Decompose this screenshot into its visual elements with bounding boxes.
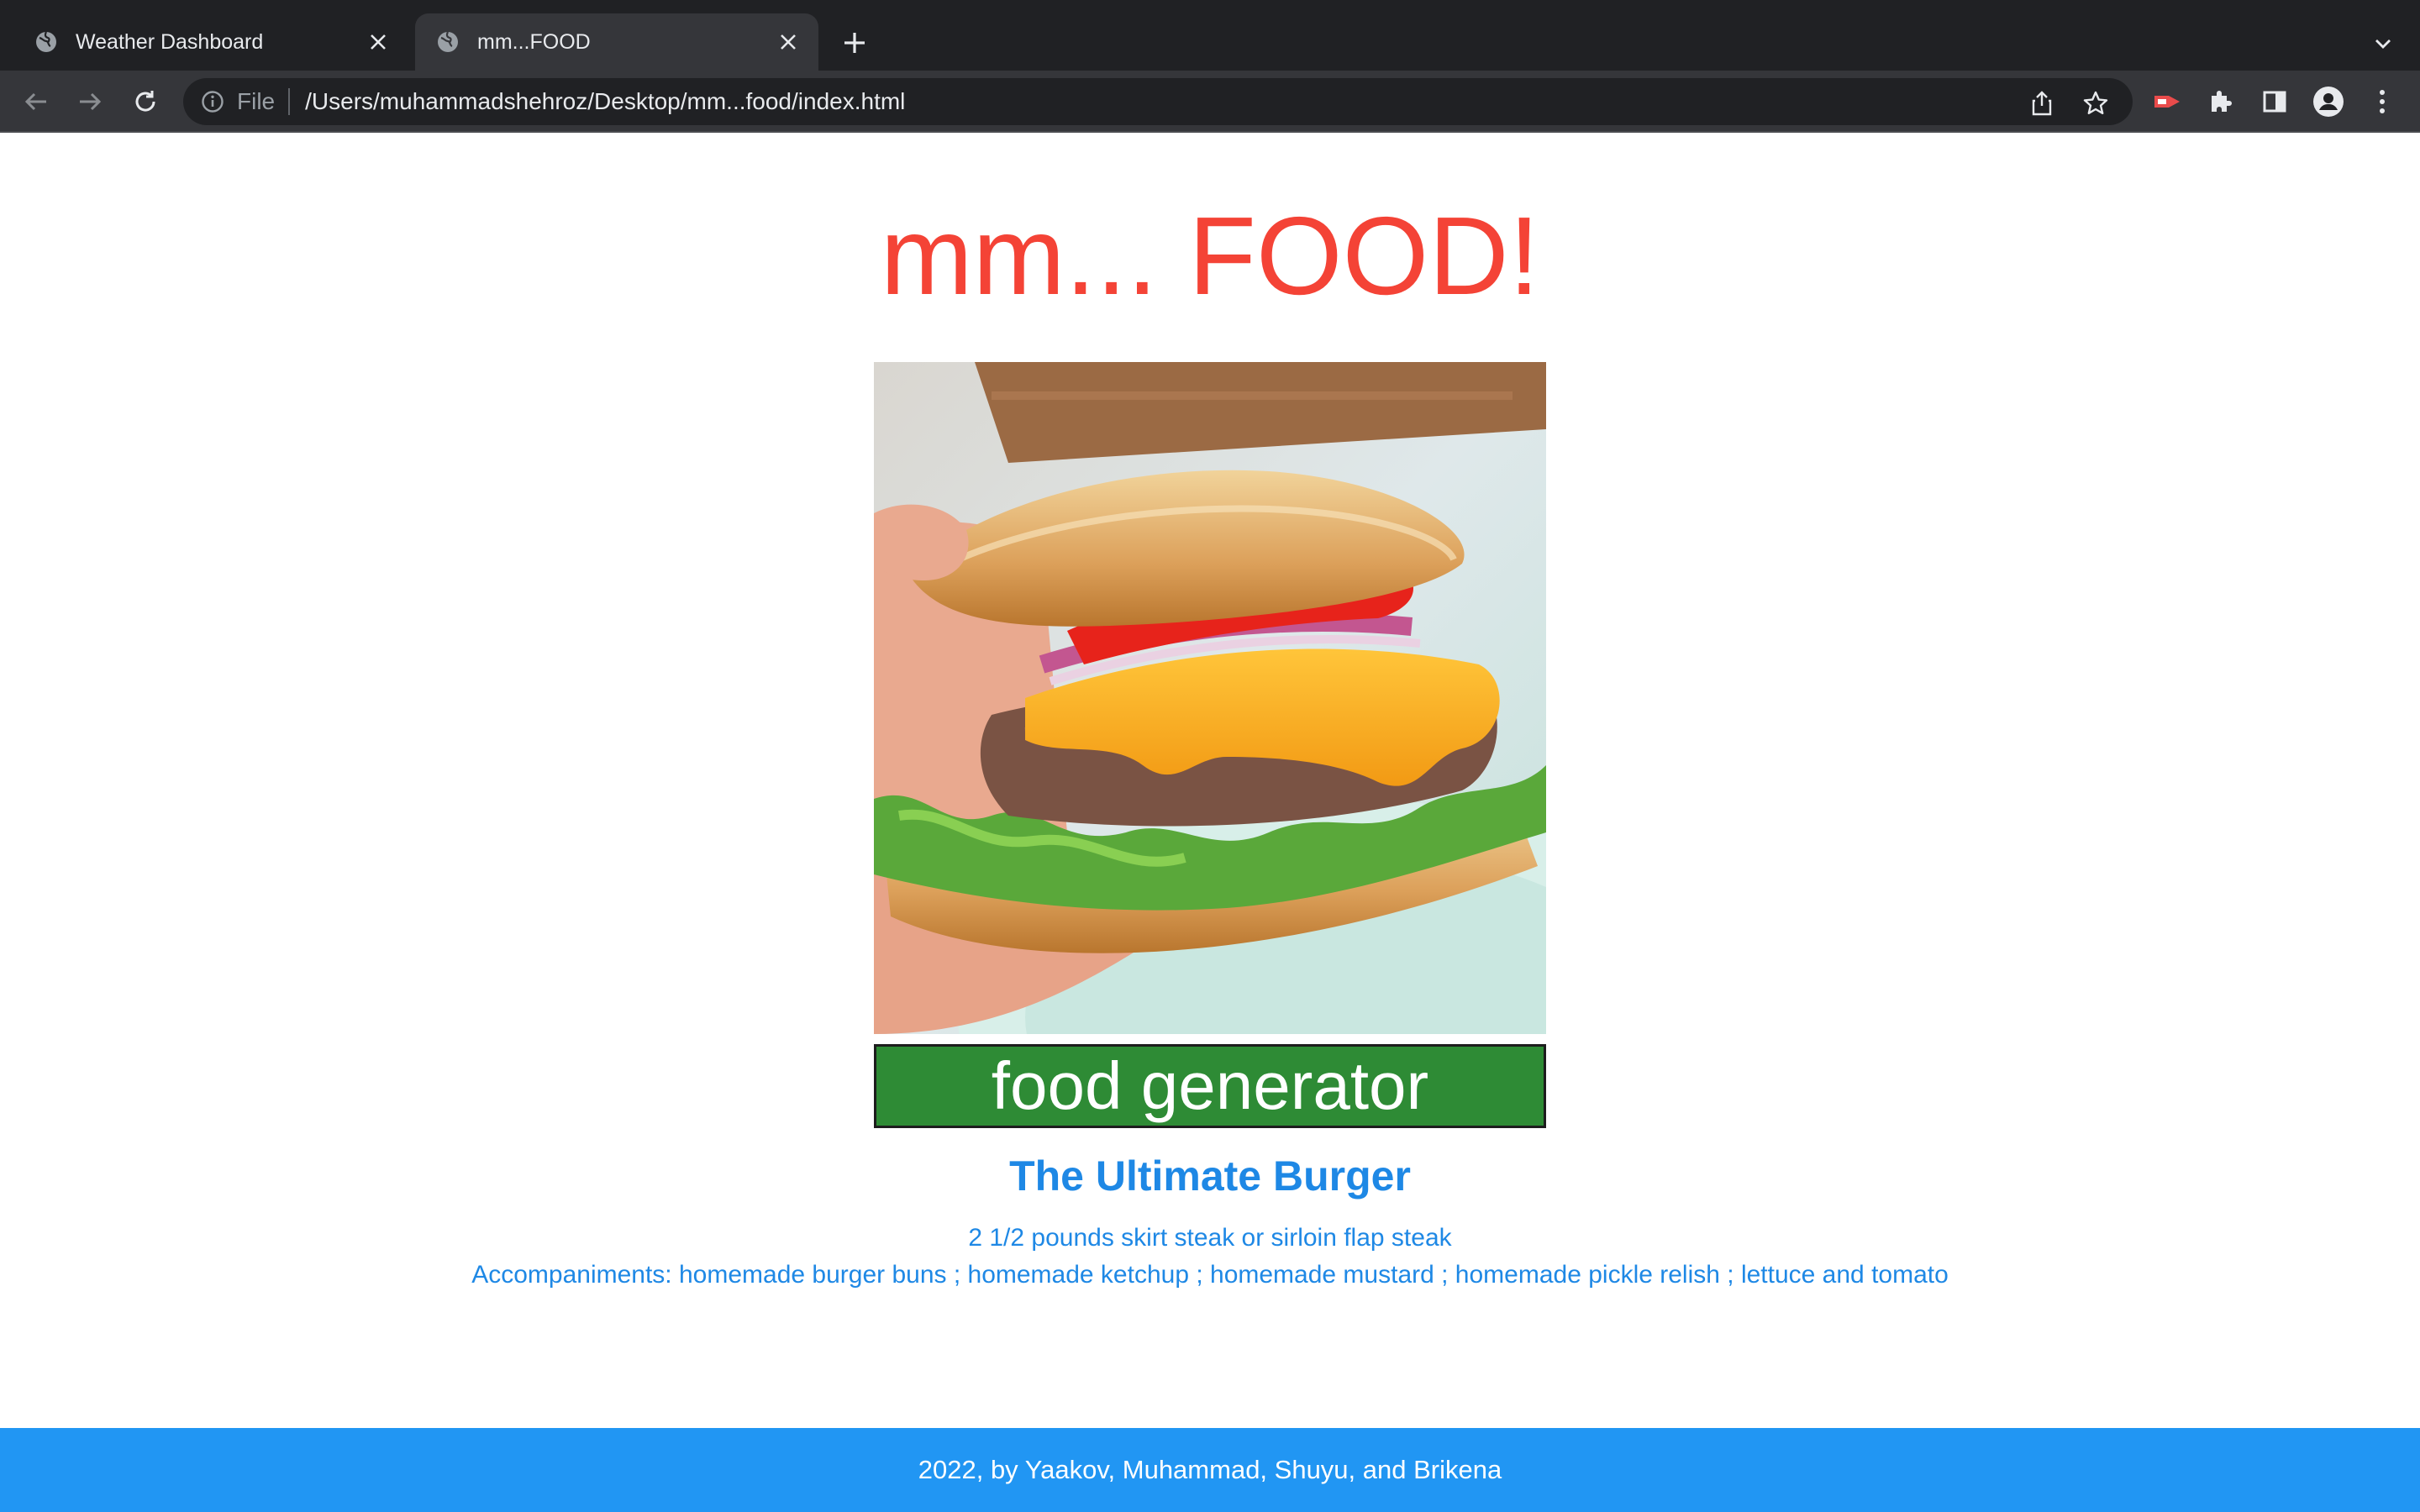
chevron-down-icon[interactable] bbox=[2366, 27, 2400, 60]
url-scheme: File bbox=[237, 88, 276, 114]
tab-weather-dashboard[interactable]: Weather Dashboard bbox=[13, 13, 408, 71]
page-footer: 2022, by Yaakov, Muhammad, Shuyu, and Br… bbox=[0, 1428, 2420, 1512]
ingredient-item: Accompaniments: homemade burger buns ; h… bbox=[471, 1261, 1949, 1289]
food-generator-button[interactable]: food generator bbox=[874, 1044, 1546, 1128]
page-title: mm... FOOD! bbox=[880, 194, 1540, 318]
forward-button[interactable] bbox=[72, 84, 108, 119]
burger-photo bbox=[874, 362, 1546, 1034]
back-button[interactable] bbox=[18, 84, 54, 119]
address-bar[interactable]: File /Users/muhammadshehroz/Desktop/mm..… bbox=[183, 78, 2133, 125]
share-icon[interactable] bbox=[2025, 87, 2059, 120]
tab-title: mm...FOOD bbox=[477, 29, 591, 54]
ingredient-item: 2 1/2 pounds skirt steak or sirloin flap… bbox=[968, 1224, 1452, 1252]
tab-strip: Weather Dashboard mm...FOOD bbox=[0, 0, 2420, 71]
close-icon[interactable] bbox=[773, 27, 803, 57]
globe-icon bbox=[34, 29, 59, 55]
tab-mm-food[interactable]: mm...FOOD bbox=[415, 13, 818, 71]
profile-avatar-icon[interactable] bbox=[2311, 84, 2346, 119]
kebab-menu-icon[interactable] bbox=[2365, 84, 2400, 119]
web-page: mm... FOOD! food generator The Ultimate … bbox=[0, 133, 2420, 1512]
reload-button[interactable] bbox=[128, 84, 163, 119]
divider bbox=[288, 88, 291, 115]
tab-title: Weather Dashboard bbox=[76, 29, 264, 54]
new-tab-button[interactable] bbox=[837, 25, 872, 60]
close-icon[interactable] bbox=[363, 27, 393, 57]
browser-toolbar: File /Users/muhammadshehroz/Desktop/mm..… bbox=[0, 71, 2420, 133]
globe-icon bbox=[435, 29, 460, 55]
bookmark-star-icon[interactable] bbox=[2079, 87, 2112, 120]
puzzle-icon[interactable] bbox=[2203, 84, 2238, 119]
side-panel-icon[interactable] bbox=[2257, 84, 2292, 119]
info-icon[interactable] bbox=[200, 89, 225, 114]
url-text[interactable]: /Users/muhammadshehroz/Desktop/mm...food… bbox=[305, 88, 905, 115]
extension-icon[interactable] bbox=[2149, 84, 2185, 119]
recipe-title: The Ultimate Burger bbox=[1009, 1152, 1411, 1200]
